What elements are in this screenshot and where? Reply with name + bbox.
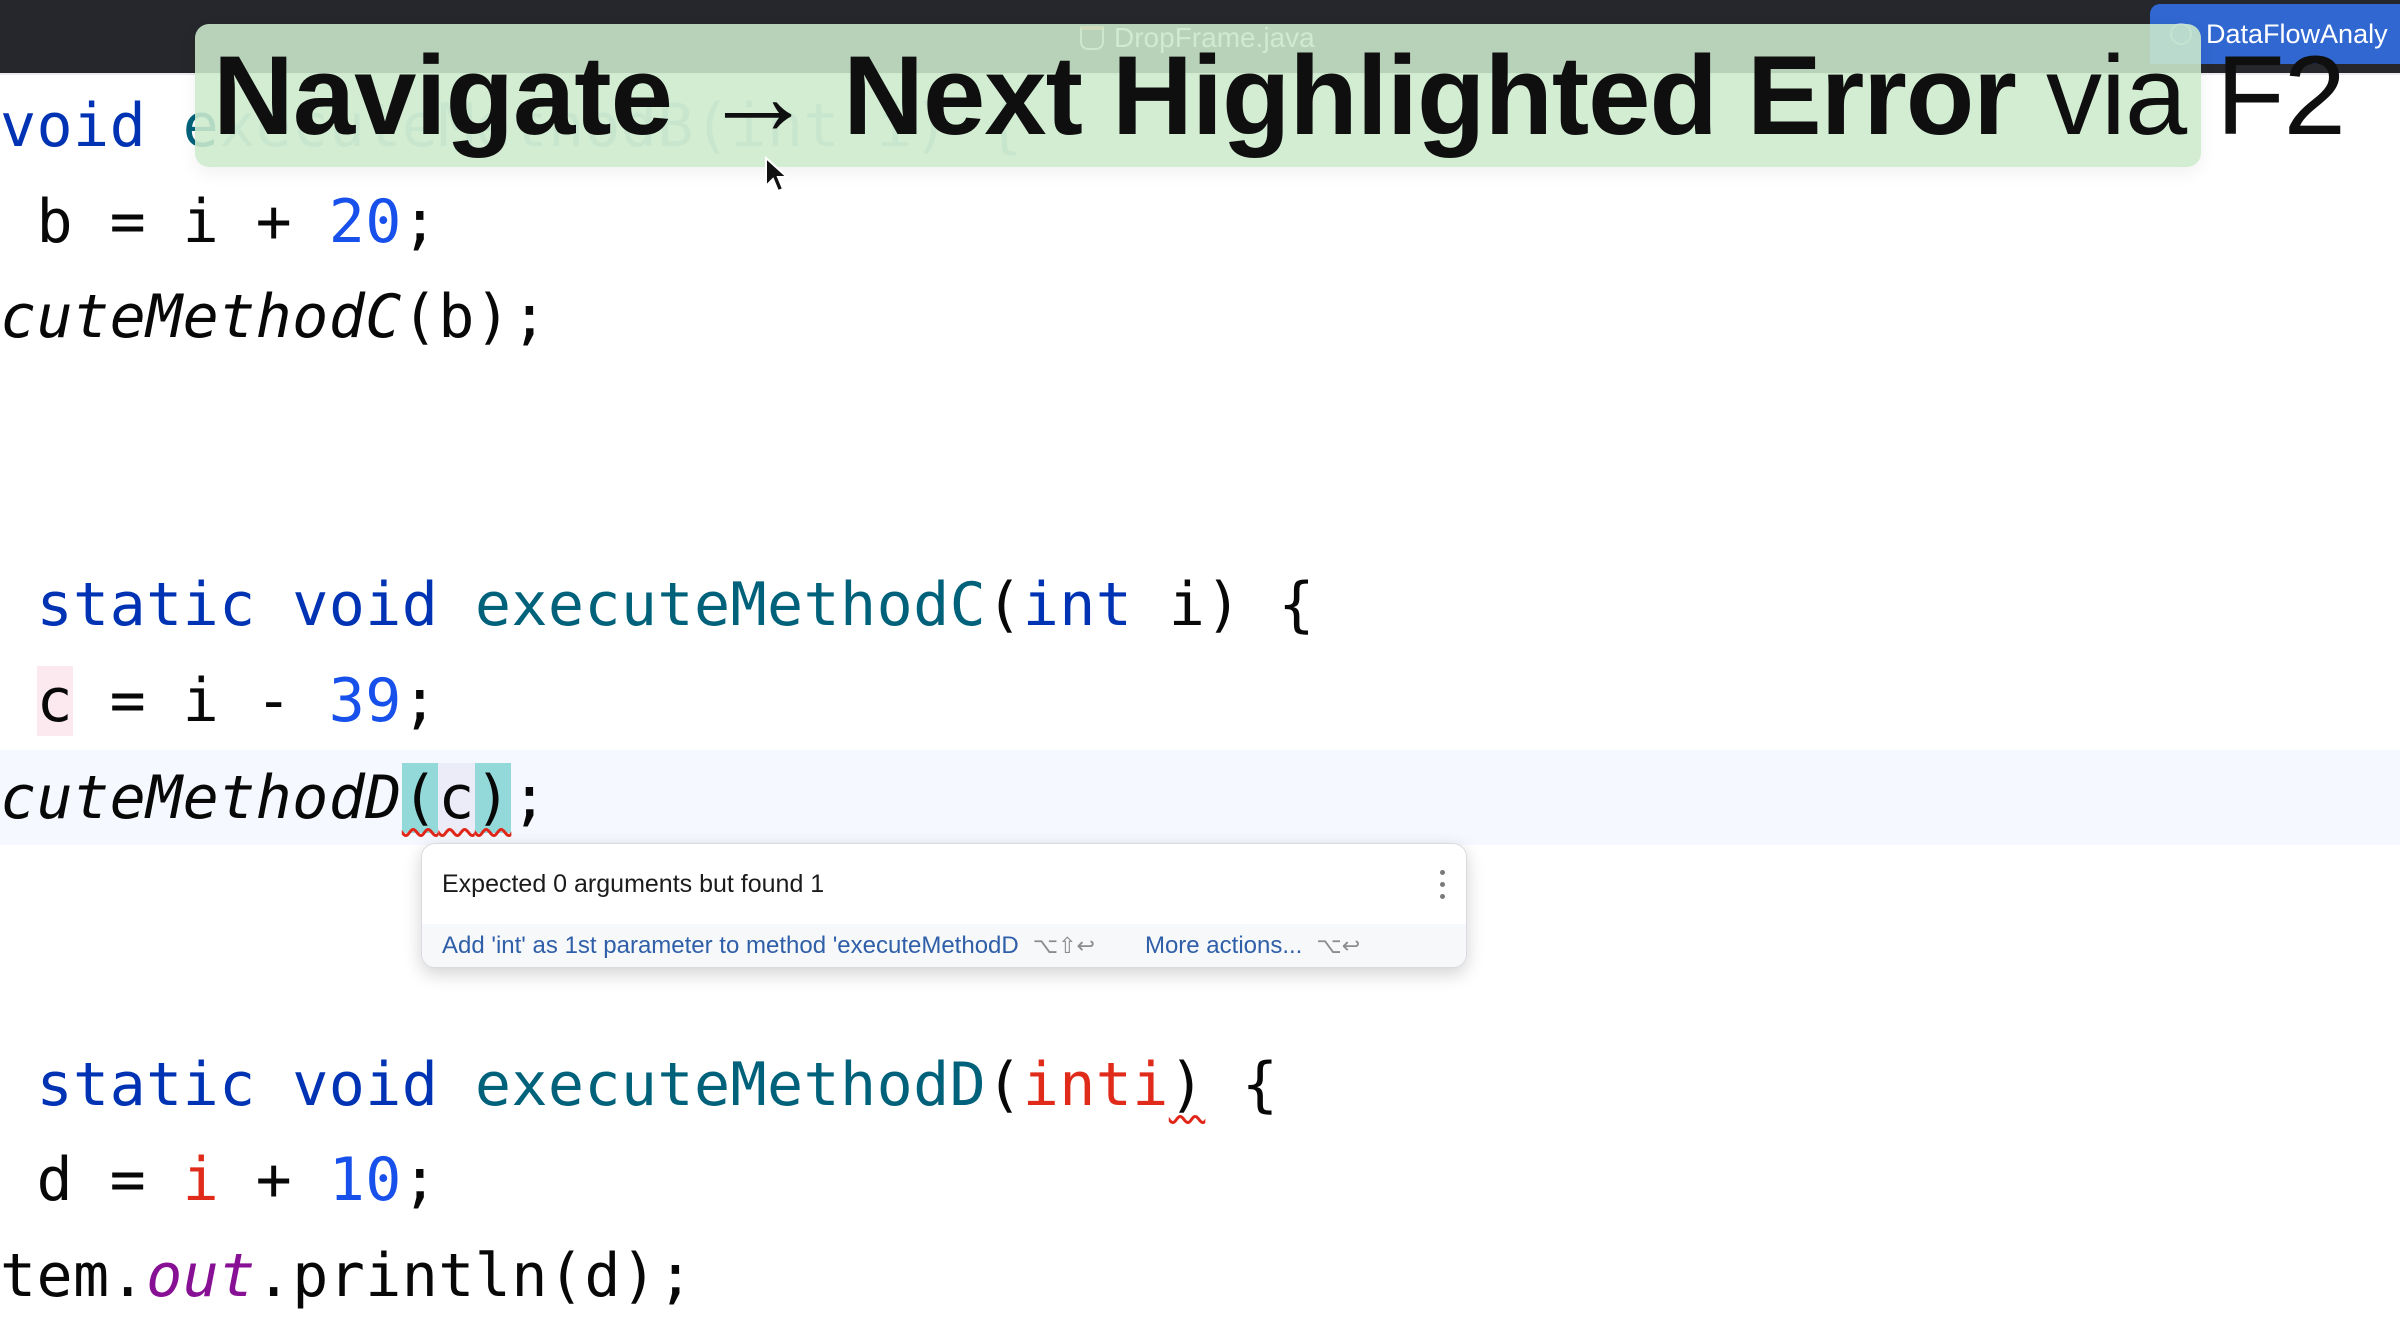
- code-line-8[interactable]: d = i + 10;: [0, 1132, 438, 1228]
- error-tooltip-popup: Expected 0 arguments but found 1 Add 'in…: [421, 843, 1467, 968]
- code-text: ;: [511, 763, 548, 833]
- code-line-9[interactable]: tem.out.println(d);: [0, 1228, 694, 1324]
- brace: {: [1241, 570, 1315, 640]
- code-line-2[interactable]: b = i + 20;: [0, 174, 438, 270]
- number-literal: 20: [328, 187, 402, 257]
- static-method-call: cuteMethodC: [0, 282, 402, 352]
- quick-fix-shortcut: ⌥⇧↩: [1032, 932, 1095, 958]
- more-options-icon[interactable]: [1436, 869, 1448, 899]
- code-text: ;: [401, 666, 439, 736]
- unresolved-symbol[interactable]: i: [183, 1145, 220, 1215]
- quick-fix-link[interactable]: Add 'int' as 1st parameter to method 'ex…: [442, 932, 1019, 960]
- paren-error: ): [1168, 1050, 1206, 1120]
- code-line-6[interactable]: cuteMethodD(c);: [0, 750, 548, 846]
- method-name: executeMethodC: [438, 570, 987, 640]
- unresolved-symbol[interactable]: inti: [1023, 1050, 1169, 1120]
- keyword: void: [255, 570, 439, 640]
- banner-action: Navigate → Next Highlighted Error: [213, 33, 2017, 158]
- static-method-call: cuteMethodD: [0, 763, 402, 833]
- code-text: = i -: [73, 666, 329, 736]
- variable: c: [36, 666, 74, 736]
- number-literal: 10: [328, 1145, 402, 1215]
- code-line-4[interactable]: static void executeMethodC(int i) {: [0, 557, 1315, 653]
- matched-paren-error: ): [474, 763, 512, 833]
- more-actions-link[interactable]: More actions...: [1145, 932, 1302, 960]
- more-actions-shortcut: ⌥↩: [1316, 932, 1361, 958]
- number-literal: 39: [328, 666, 402, 736]
- code-text: tem.: [0, 1241, 147, 1311]
- code-line-7[interactable]: static void executeMethodD(inti) {: [0, 1037, 1278, 1133]
- code-text: (b);: [401, 282, 548, 352]
- parameter: i: [1132, 570, 1206, 640]
- code-text: d =: [0, 1145, 183, 1215]
- popup-actions: Add 'int' as 1st parameter to method 'ex…: [422, 924, 1466, 967]
- error-argument[interactable]: c: [438, 763, 475, 833]
- keyword: void: [255, 1050, 439, 1120]
- paren: ): [1205, 570, 1242, 640]
- banner-shortcut: via F2: [2015, 33, 2346, 158]
- popup-header: Expected 0 arguments but found 1: [422, 844, 1466, 924]
- method-name: executeMethodD: [438, 1050, 987, 1120]
- code-text: ;: [401, 1145, 439, 1215]
- keyword: int: [1022, 570, 1133, 640]
- matched-paren-error: (: [401, 763, 439, 833]
- code-text: ;: [401, 187, 439, 257]
- code-text: .println(d);: [255, 1241, 694, 1311]
- paren: (: [986, 570, 1023, 640]
- keyword: void: [0, 91, 147, 161]
- code-line-3[interactable]: cuteMethodC(b);: [0, 269, 548, 365]
- code-text: b = i +: [0, 187, 329, 257]
- keyword: static: [0, 570, 256, 640]
- error-message: Expected 0 arguments but found 1: [442, 869, 825, 898]
- static-field: out: [146, 1241, 256, 1311]
- brace: {: [1205, 1050, 1279, 1120]
- banner-text: Navigate → Next Highlighted Error via F2: [213, 31, 2346, 160]
- code-line-5[interactable]: c = i - 39;: [0, 653, 438, 749]
- code-text: +: [219, 1145, 329, 1215]
- paren: (: [986, 1050, 1023, 1120]
- shortcut-banner: Navigate → Next Highlighted Error via F2: [195, 24, 2346, 167]
- code-editor[interactable]: void executeMethodB(int i) { b = i + 20;…: [0, 75, 2400, 1316]
- keyword: static: [0, 1050, 256, 1120]
